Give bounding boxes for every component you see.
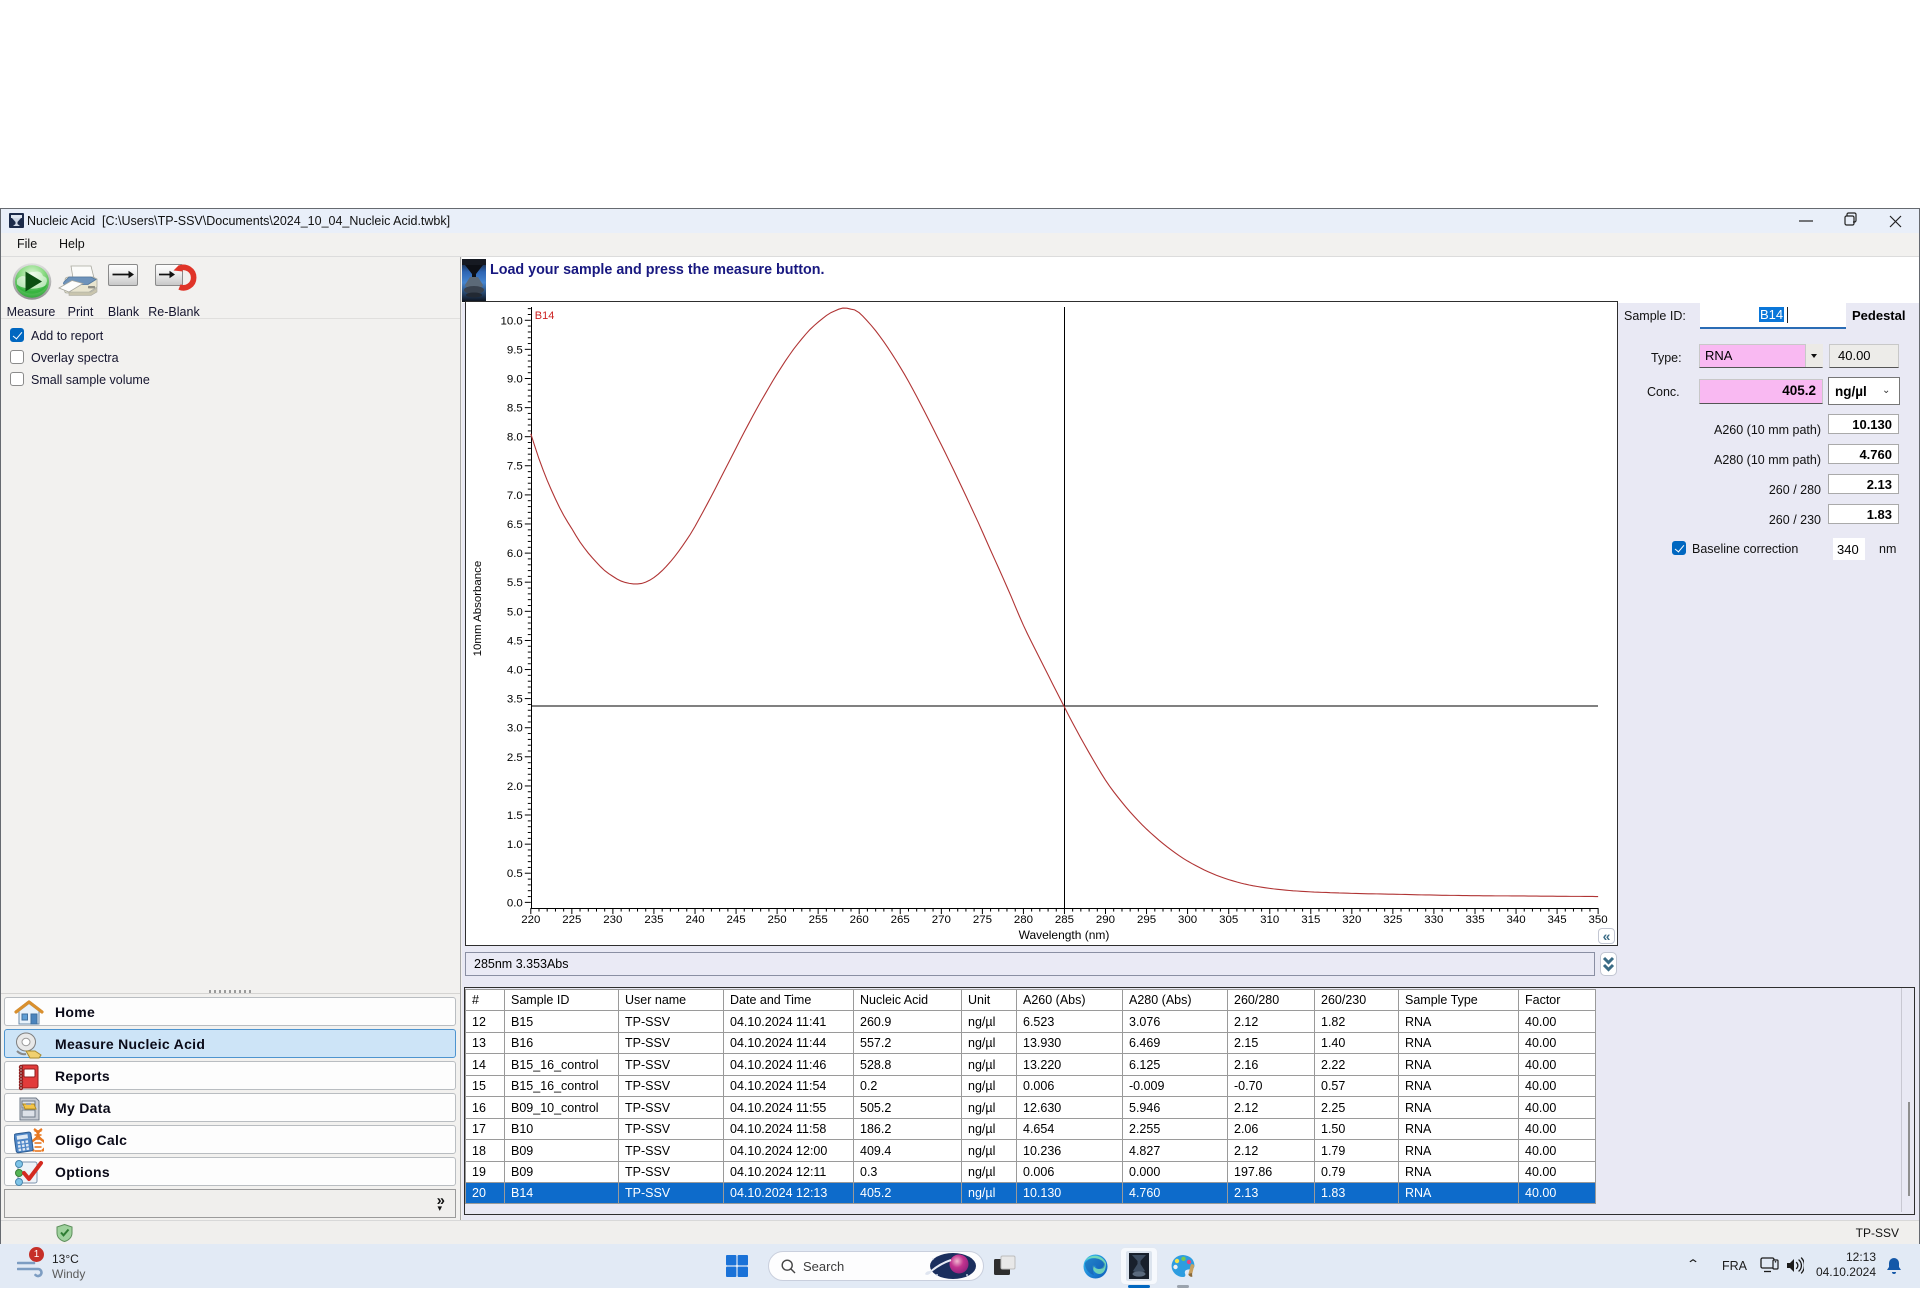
- svg-text:9.0: 9.0: [507, 373, 523, 385]
- svg-text:310: 310: [1260, 914, 1279, 926]
- svg-text:240: 240: [685, 914, 704, 926]
- svg-text:260: 260: [850, 914, 869, 926]
- svg-text:265: 265: [891, 914, 910, 926]
- svg-text:305: 305: [1219, 914, 1238, 926]
- svg-text:220: 220: [521, 914, 540, 926]
- svg-text:345: 345: [1548, 914, 1567, 926]
- svg-text:290: 290: [1096, 914, 1115, 926]
- svg-text:5.5: 5.5: [507, 577, 523, 589]
- svg-text:6.5: 6.5: [507, 519, 523, 531]
- svg-text:300: 300: [1178, 914, 1197, 926]
- svg-text:10mm Absorbance: 10mm Absorbance: [472, 561, 484, 657]
- svg-text:0.0: 0.0: [507, 897, 523, 909]
- svg-text:8.5: 8.5: [507, 403, 523, 415]
- svg-text:3.0: 3.0: [507, 723, 523, 735]
- svg-text:Wavelength (nm): Wavelength (nm): [1019, 928, 1110, 942]
- svg-text:1.0: 1.0: [507, 839, 523, 851]
- svg-text:325: 325: [1383, 914, 1402, 926]
- svg-text:8.0: 8.0: [507, 432, 523, 444]
- svg-text:4.5: 4.5: [507, 635, 523, 647]
- svg-text:230: 230: [603, 914, 622, 926]
- svg-text:235: 235: [644, 914, 663, 926]
- svg-text:330: 330: [1424, 914, 1443, 926]
- svg-text:340: 340: [1506, 914, 1525, 926]
- svg-text:9.5: 9.5: [507, 344, 523, 356]
- svg-text:225: 225: [562, 914, 581, 926]
- svg-text:315: 315: [1301, 914, 1320, 926]
- svg-text:0.5: 0.5: [507, 868, 523, 880]
- svg-text:245: 245: [727, 914, 746, 926]
- svg-text:3.5: 3.5: [507, 694, 523, 706]
- svg-text:1.5: 1.5: [507, 810, 523, 822]
- svg-text:5.0: 5.0: [507, 606, 523, 618]
- svg-text:7.0: 7.0: [507, 490, 523, 502]
- svg-text:255: 255: [809, 914, 828, 926]
- svg-text:270: 270: [932, 914, 951, 926]
- svg-text:280: 280: [1014, 914, 1033, 926]
- svg-text:4.0: 4.0: [507, 665, 523, 677]
- svg-text:250: 250: [768, 914, 787, 926]
- svg-text:275: 275: [973, 914, 992, 926]
- svg-text:7.5: 7.5: [507, 461, 523, 473]
- svg-text:6.0: 6.0: [507, 548, 523, 560]
- svg-text:350: 350: [1589, 914, 1608, 926]
- svg-text:320: 320: [1342, 914, 1361, 926]
- svg-text:295: 295: [1137, 914, 1156, 926]
- svg-text:10.0: 10.0: [500, 315, 522, 327]
- svg-text:335: 335: [1465, 914, 1484, 926]
- svg-text:B14: B14: [535, 310, 555, 322]
- svg-text:2.5: 2.5: [507, 752, 523, 764]
- svg-text:2.0: 2.0: [507, 781, 523, 793]
- svg-text:285: 285: [1055, 914, 1074, 926]
